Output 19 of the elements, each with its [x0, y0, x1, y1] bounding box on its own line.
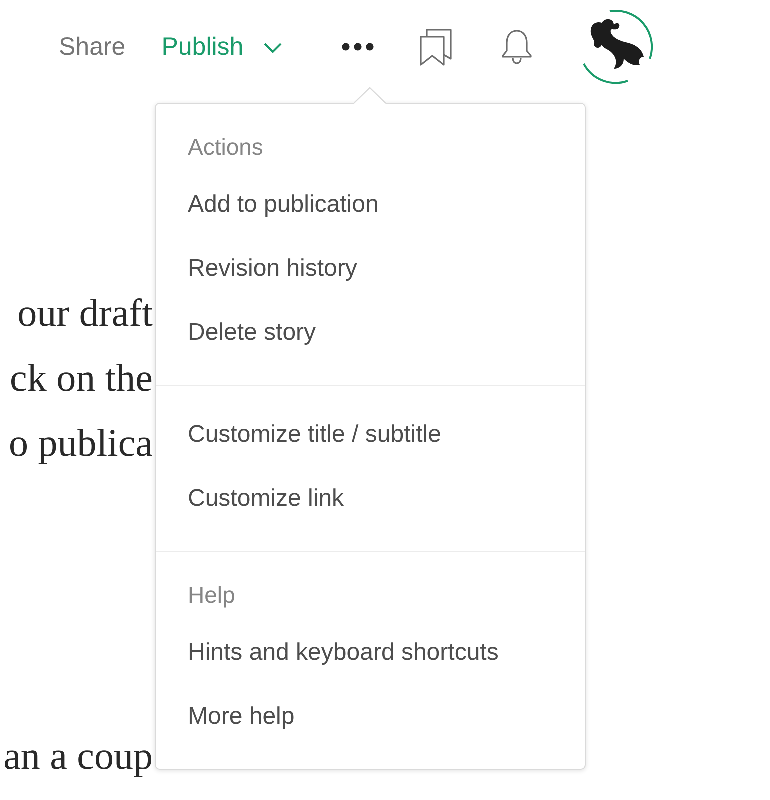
menu-section-heading: Help: [188, 580, 236, 610]
menu-item[interactable]: Customize link: [156, 467, 585, 531]
bookmarks-icon[interactable]: [420, 28, 453, 66]
article-text: our draft: [18, 292, 153, 335]
menu-item[interactable]: More help: [156, 685, 585, 749]
chevron-down-icon: [264, 43, 282, 53]
bell-icon[interactable]: [500, 29, 533, 65]
menu-item[interactable]: Delete story: [156, 301, 585, 365]
menu-item[interactable]: Revision history: [156, 237, 585, 301]
menu-item[interactable]: Add to publication: [156, 173, 585, 237]
article-text: ck on the: [10, 357, 153, 400]
article-text: o publica: [8, 422, 153, 465]
menu-item[interactable]: Hints and keyboard shortcuts: [156, 621, 585, 685]
menu-item[interactable]: Customize title / subtitle: [156, 403, 585, 467]
menu-section-heading: Actions: [188, 132, 264, 162]
article-text: an a coup: [4, 735, 153, 778]
more-icon[interactable]: [342, 43, 374, 51]
share-button[interactable]: Share: [59, 34, 126, 60]
publish-button[interactable]: Publish: [162, 34, 282, 60]
